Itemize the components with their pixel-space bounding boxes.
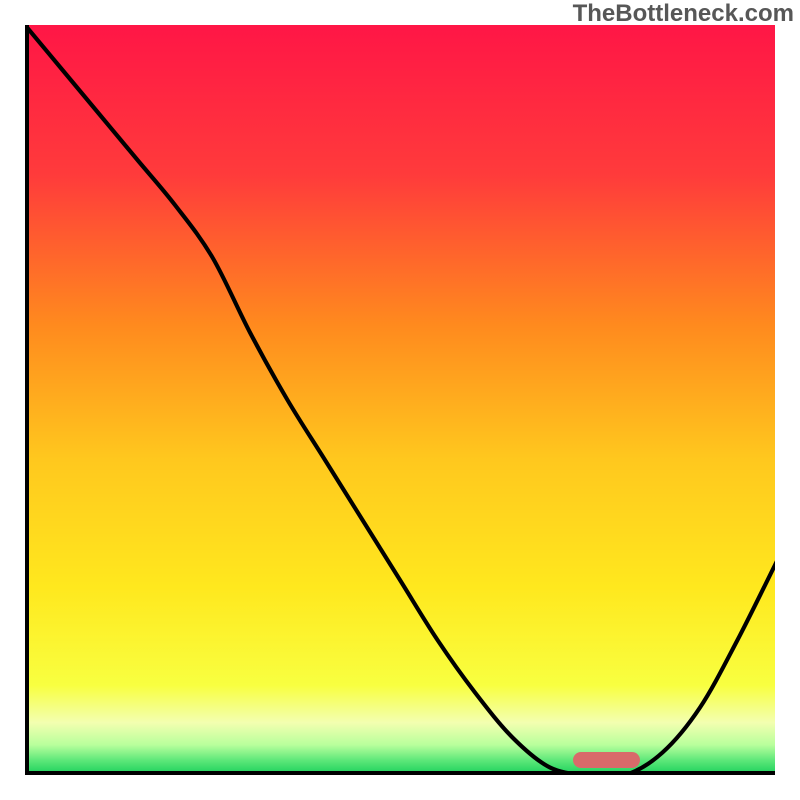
bottleneck-chart: TheBottleneck.com xyxy=(0,0,800,800)
y-axis xyxy=(25,25,29,775)
curve-layer xyxy=(25,25,775,775)
x-axis xyxy=(25,771,775,775)
plot-area xyxy=(25,25,775,775)
watermark-text: TheBottleneck.com xyxy=(573,0,794,28)
optimum-marker xyxy=(573,752,641,768)
bottleneck-curve-path xyxy=(25,25,775,775)
